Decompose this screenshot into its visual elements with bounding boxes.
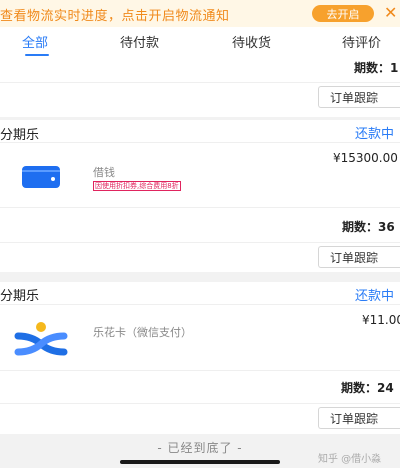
divider <box>0 142 400 143</box>
discount-badge: 因使用折扣券,综合费用8折 <box>93 181 181 191</box>
order-card[interactable]: 分期乐 还款中 ¥15300.00 期数：36 订单跟踪 <box>0 120 400 272</box>
installment-count: 期数：1 <box>354 61 399 75</box>
merchant-name: 分期乐 <box>0 289 40 304</box>
enable-notification-button[interactable]: 去开启 <box>312 5 374 22</box>
watermark: 知乎 @借小淼 <box>318 454 382 465</box>
order-status: 还款中 <box>355 127 395 142</box>
lehua-card-icon <box>14 322 68 356</box>
order-tracking-button[interactable]: 订单跟踪 <box>318 86 400 108</box>
home-indicator[interactable] <box>120 460 280 464</box>
tab-all[interactable]: 全部 <box>22 32 48 51</box>
divider <box>0 370 400 371</box>
merchant-name: 分期乐 <box>0 128 40 143</box>
order-status: 还款中 <box>355 289 395 304</box>
divider <box>0 207 400 208</box>
installment-count: 期数：36 <box>342 220 395 234</box>
installment-count: 期数：24 <box>341 381 394 395</box>
order-card-partial: 期数：1 订单跟踪 <box>0 57 400 117</box>
divider <box>0 82 400 83</box>
order-card[interactable]: 分期乐 还款中 ¥11.00 期数：24 订单跟踪 <box>0 282 400 434</box>
tab-pending-receipt[interactable]: 待收货 <box>232 32 271 51</box>
order-price: ¥15300.00 <box>333 151 398 165</box>
close-icon[interactable]: ✕ <box>384 3 397 22</box>
order-tabs: 全部 待付款 待收货 待评价 <box>0 27 400 57</box>
divider <box>0 304 400 305</box>
wallet-icon <box>22 166 60 188</box>
order-tracking-button[interactable]: 订单跟踪 <box>318 407 400 429</box>
order-tracking-button[interactable]: 订单跟踪 <box>318 246 400 268</box>
notification-text[interactable]: 查看物流实时进度，点击开启物流通知 <box>0 5 230 24</box>
tab-pending-payment[interactable]: 待付款 <box>120 32 159 51</box>
active-tab-indicator <box>25 54 49 56</box>
order-price: ¥11.00 <box>362 313 400 327</box>
item-name[interactable]: 乐花卡（微信支付） <box>93 324 192 340</box>
item-name[interactable]: 借钱 <box>93 164 115 180</box>
notification-banner: 查看物流实时进度，点击开启物流通知 去开启 ✕ <box>0 0 400 27</box>
divider <box>0 403 400 404</box>
tab-pending-review[interactable]: 待评价 <box>342 32 381 51</box>
divider <box>0 242 400 243</box>
